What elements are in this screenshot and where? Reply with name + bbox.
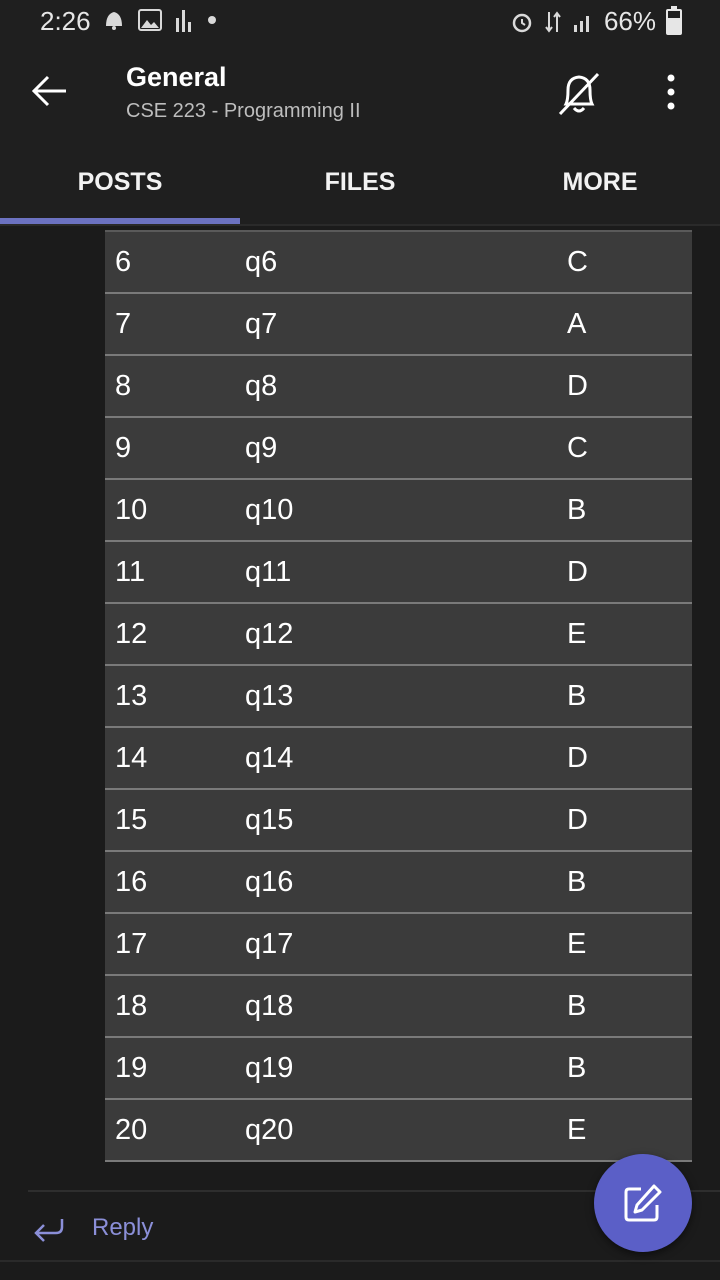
bottom-divider — [0, 1260, 720, 1262]
cell-number: 8 — [115, 370, 132, 402]
cell-answer: B — [567, 680, 587, 712]
table-row: 6 q6 C — [105, 232, 692, 294]
reply-label: Reply — [92, 1214, 154, 1241]
gallery-icon — [138, 9, 162, 31]
cell-answer: D — [567, 742, 588, 774]
channel-title: General — [126, 62, 227, 92]
cell-answer: D — [567, 370, 588, 402]
back-button[interactable] — [26, 64, 74, 118]
notification-icon — [106, 12, 122, 30]
status-right: 66% — [510, 5, 682, 37]
cell-answer: B — [567, 866, 587, 898]
battery-icon — [666, 5, 682, 35]
bell-off-icon — [558, 72, 600, 116]
cell-question: q19 — [245, 1052, 294, 1084]
cell-number: 17 — [115, 928, 148, 960]
cell-answer: C — [567, 246, 588, 278]
cell-question: q6 — [245, 246, 278, 278]
back-arrow-icon — [31, 75, 66, 107]
cell-answer: E — [567, 618, 587, 650]
table-row: 10 q10 B — [105, 480, 692, 542]
status-left-icons — [102, 8, 218, 32]
reply-arrow-icon — [34, 1219, 64, 1242]
cell-answer: D — [567, 556, 588, 588]
reply-button[interactable]: Reply — [32, 1206, 153, 1250]
status-bar: 2:26 66% — [0, 0, 720, 44]
status-time: 2:26 — [40, 6, 91, 36]
table-row: 8 q8 D — [105, 356, 692, 418]
cell-signal-icon — [573, 15, 589, 32]
cell-number: 20 — [115, 1114, 148, 1146]
cell-question: q11 — [245, 556, 292, 588]
table-row: 18 q18 B — [105, 976, 692, 1038]
cell-question: q8 — [245, 370, 278, 402]
cell-number: 13 — [115, 680, 148, 712]
cell-question: q7 — [245, 308, 278, 340]
table-row: 16 q16 B — [105, 852, 692, 914]
dot-icon — [208, 16, 216, 24]
mute-notifications-button[interactable] — [552, 66, 606, 120]
cell-number: 9 — [115, 432, 132, 464]
cell-question: q15 — [245, 804, 294, 836]
cell-answer: E — [567, 1114, 587, 1146]
cell-number: 7 — [115, 308, 132, 340]
cell-number: 14 — [115, 742, 148, 774]
battery-fill — [668, 17, 680, 33]
cell-answer: C — [567, 432, 588, 464]
tabs-divider — [0, 224, 720, 226]
table-row: 20 q20 E — [105, 1100, 692, 1162]
table-row: 13 q13 B — [105, 666, 692, 728]
tab-posts[interactable]: POSTS — [0, 140, 240, 224]
alarm-icon — [512, 13, 532, 32]
table-row: 17 q17 E — [105, 914, 692, 976]
signal-bars-icon — [176, 10, 191, 32]
cell-question: q14 — [245, 742, 294, 774]
cell-answer: B — [567, 494, 587, 526]
answer-table: 6 q6 C 7 q7 A 8 q8 D 9 q9 C 10 q10 B 11 q11 D 12 q12 E… — [105, 230, 692, 1162]
table-row: 15 q15 D — [105, 790, 692, 852]
app-bar: General CSE 223 - Programming II — [0, 44, 720, 140]
cell-number: 19 — [115, 1052, 148, 1084]
cell-number: 18 — [115, 990, 148, 1022]
battery-percent: 66% — [603, 6, 656, 36]
cell-question: q20 — [245, 1114, 294, 1146]
cell-answer: D — [567, 804, 588, 836]
table-row: 14 q14 D — [105, 728, 692, 790]
cell-question: q10 — [245, 494, 294, 526]
table-row: 7 q7 A — [105, 294, 692, 356]
compose-icon — [624, 1184, 662, 1222]
table-row: 12 q12 E — [105, 604, 692, 666]
cell-number: 11 — [115, 556, 146, 588]
cell-question: q12 — [245, 618, 294, 650]
tab-files[interactable]: FILES — [240, 140, 480, 224]
more-options-button[interactable] — [654, 70, 688, 114]
cell-number: 16 — [115, 866, 148, 898]
cell-question: q17 — [245, 928, 294, 960]
cell-question: q18 — [245, 990, 294, 1022]
cell-answer: B — [567, 990, 587, 1022]
cell-number: 15 — [115, 804, 148, 836]
cell-number: 6 — [115, 246, 132, 278]
cell-question: q9 — [245, 432, 278, 464]
data-arrows-icon — [545, 10, 561, 33]
table-row: 19 q19 B — [105, 1038, 692, 1100]
more-vertical-icon — [667, 74, 675, 110]
cell-answer: A — [567, 308, 587, 340]
cell-question: q16 — [245, 866, 294, 898]
channel-tabs: POSTS FILES MORE — [0, 140, 720, 224]
cell-number: 10 — [115, 494, 148, 526]
team-subtitle: CSE 223 - Programming II — [126, 100, 361, 122]
cell-answer: B — [567, 1052, 587, 1084]
cell-number: 12 — [115, 618, 148, 650]
table-row: 9 q9 C — [105, 418, 692, 480]
cell-question: q13 — [245, 680, 294, 712]
table-row: 11 q11 D — [105, 542, 692, 604]
tab-more[interactable]: MORE — [480, 140, 720, 224]
compose-button[interactable] — [594, 1154, 692, 1252]
cell-answer: E — [567, 928, 587, 960]
